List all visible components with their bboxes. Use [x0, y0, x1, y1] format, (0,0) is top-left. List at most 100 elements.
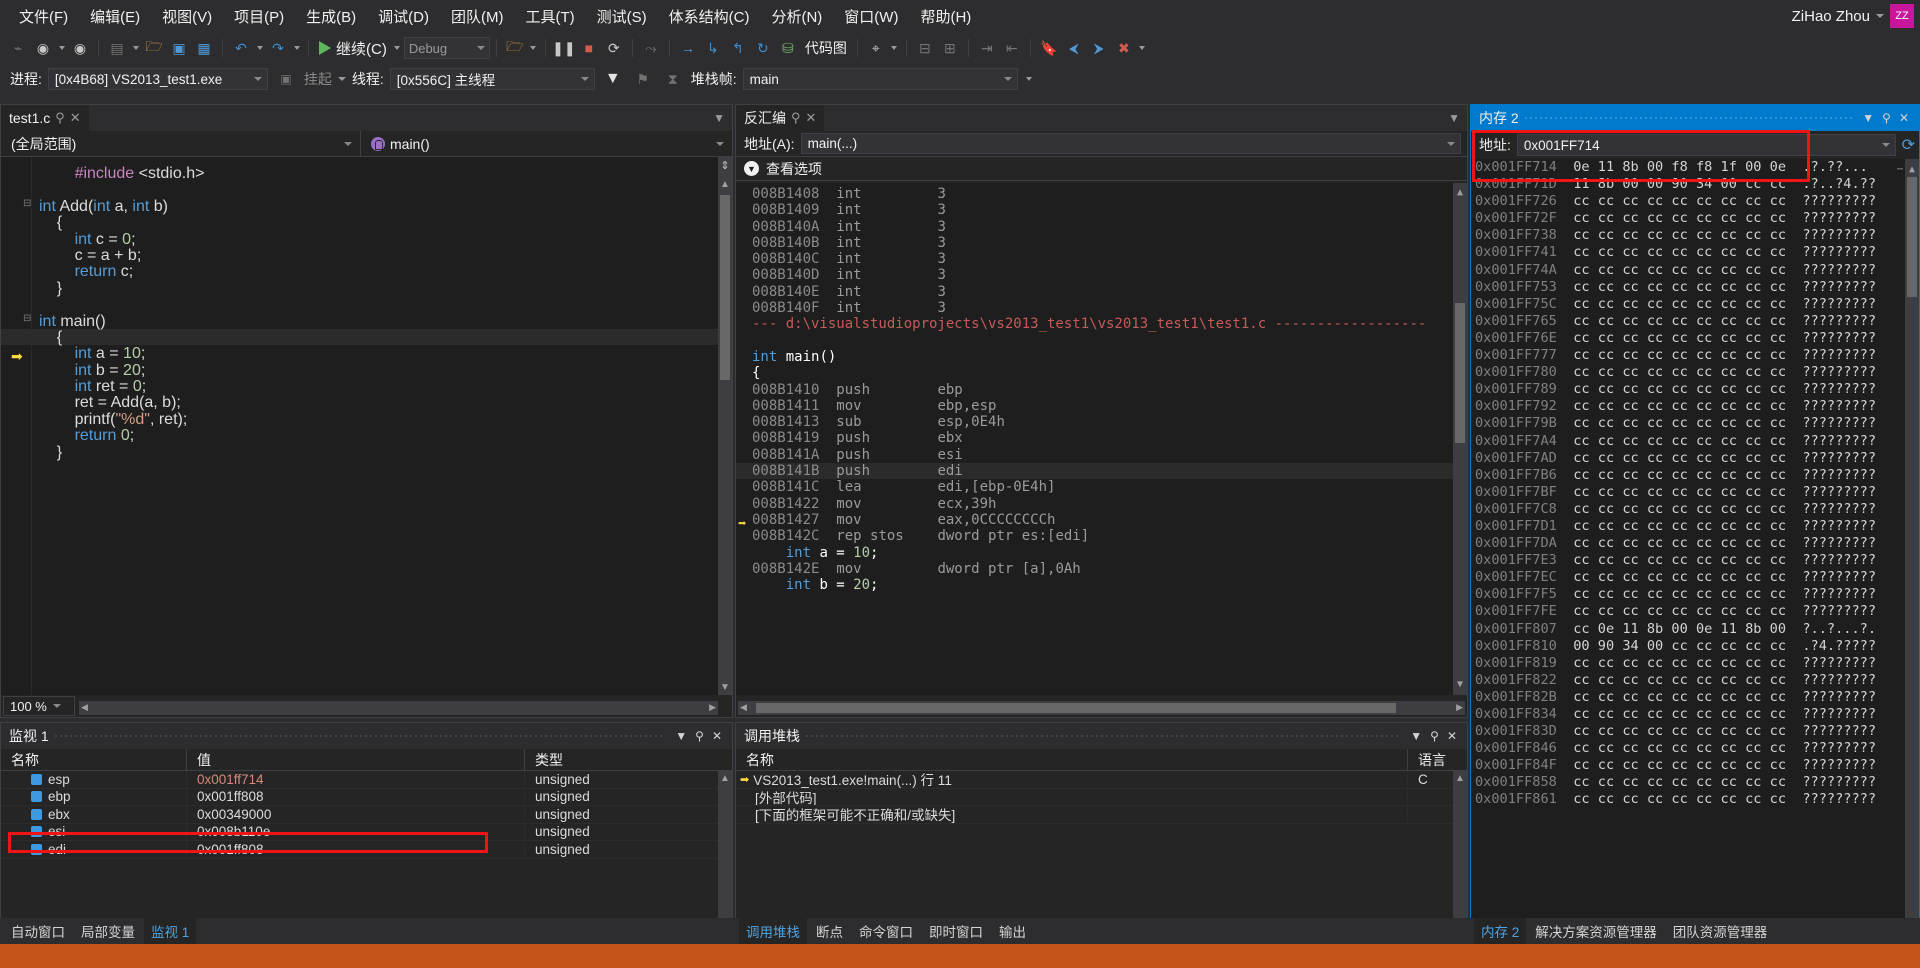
- watch-panel-title[interactable]: 监视 1 ▼ ⚲ ✕: [1, 723, 732, 749]
- code-line[interactable]: int b = 20;: [1, 362, 732, 379]
- code-line[interactable]: int c = 0;: [1, 231, 732, 248]
- code-line[interactable]: [1, 296, 732, 312]
- navigate-forward-icon[interactable]: ◉: [68, 36, 92, 60]
- disassembly-line[interactable]: int a = 10;: [736, 545, 1467, 561]
- bottom-tab[interactable]: 内存 2: [1474, 918, 1527, 944]
- bottom-tab[interactable]: 断点: [809, 918, 850, 944]
- memory-line[interactable]: 0x001FF71D 11 8b 00 00 90 34 00 cc cc .?…: [1471, 176, 1905, 193]
- save-icon[interactable]: ▣: [167, 36, 191, 60]
- member-chevron-icon[interactable]: [712, 141, 728, 146]
- editor-vertical-scrollbar[interactable]: ▲ ▼: [718, 157, 732, 695]
- watch-cell-name[interactable]: edi: [1, 841, 187, 858]
- menu-item-analyze[interactable]: 分析(N): [760, 2, 833, 31]
- code-line[interactable]: return 0;: [1, 427, 732, 444]
- memory-line[interactable]: 0x001FF83D cc cc cc cc cc cc cc cc cc ??…: [1471, 723, 1905, 740]
- code-line[interactable]: c = a + b;: [1, 247, 732, 264]
- avatar[interactable]: ZZ: [1890, 4, 1914, 28]
- watch-col-name[interactable]: 名称: [1, 749, 187, 770]
- code-line[interactable]: ⊟ int Add(int a, int b): [1, 198, 732, 215]
- disassembly-line[interactable]: 008B142C rep stos dword ptr es:[edi]: [736, 528, 1467, 544]
- configuration-combo[interactable]: Debug: [403, 37, 490, 59]
- panel-menu-chevron-icon[interactable]: ▼: [1406, 729, 1426, 743]
- step-out-icon[interactable]: ↰: [726, 36, 750, 60]
- callstack-panel-title[interactable]: 调用堆栈 ▼ ⚲ ✕: [736, 723, 1467, 749]
- code-map-label[interactable]: 代码图: [801, 38, 851, 58]
- memory-line[interactable]: 0x001FF810 00 90 34 00 cc cc cc cc cc .?…: [1471, 638, 1905, 655]
- disassembly-line[interactable]: [736, 333, 1467, 349]
- step-next-icon[interactable]: ↻: [751, 36, 775, 60]
- disassembly-line[interactable]: 008B140B int 3: [736, 235, 1467, 251]
- debugbar-overflow-chevron-icon[interactable]: [1024, 67, 1035, 91]
- watch-col-value[interactable]: 值: [187, 749, 525, 770]
- memory-address-chevron-icon[interactable]: [1879, 143, 1893, 147]
- menu-item-file[interactable]: 文件(F): [8, 2, 79, 31]
- disassembly-line[interactable]: 008B1427 mov eax,0CCCCCCCCh: [736, 512, 1467, 528]
- pin-icon[interactable]: ⚲: [1426, 729, 1443, 743]
- callstack-row[interactable]: [外部代码]: [736, 788, 1467, 806]
- memory-line[interactable]: 0x001FF858 cc cc cc cc cc cc cc cc cc ??…: [1471, 774, 1905, 791]
- show-next-statement-icon[interactable]: ⤳: [639, 36, 663, 60]
- code-line[interactable]: int ret = 0;: [1, 378, 732, 395]
- bottom-tab[interactable]: 命令窗口: [852, 918, 920, 944]
- memory-line[interactable]: 0x001FF846 cc cc cc cc cc cc cc cc cc ??…: [1471, 740, 1905, 757]
- panel-drag-grip[interactable]: [1524, 105, 1853, 131]
- watch-cell-name[interactable]: ebp: [1, 788, 187, 805]
- stack-frame-chevron-icon[interactable]: [1001, 77, 1015, 81]
- menu-item-help[interactable]: 帮助(H): [909, 2, 982, 31]
- callstack-cell-name[interactable]: ➡ VS2013_test1.exe!main(...) 行 11: [736, 771, 1408, 788]
- disassembly-address-combo[interactable]: main(...): [800, 133, 1461, 154]
- memory-line[interactable]: 0x001FF726 cc cc cc cc cc cc cc cc cc ??…: [1471, 193, 1905, 210]
- scroll-up-arrow-icon[interactable]: ▲: [1905, 161, 1919, 178]
- tab-list-chevron-icon[interactable]: ▼: [1448, 111, 1460, 125]
- scroll-down-arrow-icon[interactable]: ▼: [1453, 677, 1467, 693]
- scroll-right-arrow-icon[interactable]: ▶: [709, 702, 716, 713]
- watch-row[interactable]: esi 0x008b110e unsigned: [1, 823, 732, 841]
- suspend-label[interactable]: 挂起: [304, 69, 332, 89]
- disassembly-line[interactable]: 008B1419 push ebx: [736, 430, 1467, 446]
- chevron-down-icon[interactable]: [1876, 14, 1884, 18]
- memory-line[interactable]: 0x001FF7F5 cc cc cc cc cc cc cc cc cc ??…: [1471, 586, 1905, 603]
- editor-scroll-thumb[interactable]: [720, 195, 730, 380]
- memory-line[interactable]: 0x001FF75C cc cc cc cc cc cc cc cc cc ??…: [1471, 296, 1905, 313]
- callstack-cell-name[interactable]: [下面的框架可能不正确和/或缺失]: [736, 806, 1408, 823]
- navigate-back-icon[interactable]: ◉: [31, 36, 55, 60]
- tab-list-chevron-icon[interactable]: ▼: [713, 111, 725, 125]
- attach-chevron-icon[interactable]: [528, 36, 539, 60]
- memory-vertical-scrollbar[interactable]: ▲ ▼: [1905, 159, 1919, 933]
- code-editor-area[interactable]: #include <stdio.h> ⊟ int Add(int a, int b…: [1, 157, 732, 695]
- continue-button[interactable]: 继续(C): [315, 38, 391, 59]
- disassembly-line[interactable]: 008B1413 sub esp,0E4h: [736, 414, 1467, 430]
- memory-address-combo[interactable]: 0x001FF714: [1516, 134, 1896, 156]
- memory-line[interactable]: 0x001FF72F cc cc cc cc cc cc cc cc cc ??…: [1471, 210, 1905, 227]
- watch-row[interactable]: edi 0x001ff808 unsigned: [1, 841, 732, 859]
- memory-line[interactable]: 0x001FF74A cc cc cc cc cc cc cc cc cc ??…: [1471, 262, 1905, 279]
- menu-item-debug[interactable]: 调试(D): [367, 2, 440, 31]
- memory-line[interactable]: 0x001FF822 cc cc cc cc cc cc cc cc cc ??…: [1471, 672, 1905, 689]
- memory-line[interactable]: 0x001FF780 cc cc cc cc cc cc cc cc cc ??…: [1471, 364, 1905, 381]
- memory-line[interactable]: 0x001FF834 cc cc cc cc cc cc cc cc cc ??…: [1471, 706, 1905, 723]
- memory-line[interactable]: 0x001FF7C8 cc cc cc cc cc cc cc cc cc ??…: [1471, 501, 1905, 518]
- code-line[interactable]: ⊟ int main(): [1, 313, 732, 330]
- editor-tab-test1c[interactable]: test1.c ⚲ ✕: [1, 105, 89, 131]
- user-name[interactable]: ZiHao Zhou: [1792, 8, 1870, 25]
- memory-line[interactable]: 0x001FF7AD cc cc cc cc cc cc cc cc cc ??…: [1471, 450, 1905, 467]
- callstack-col-lang[interactable]: 语言: [1408, 749, 1467, 770]
- memory-line[interactable]: 0x001FF7BF cc cc cc cc cc cc cc cc cc ??…: [1471, 484, 1905, 501]
- watch-vertical-scrollbar[interactable]: ▲ ▼: [718, 771, 732, 933]
- disassembly-line[interactable]: 008B140D int 3: [736, 267, 1467, 283]
- split-view-icon[interactable]: ⇕: [719, 159, 731, 172]
- configuration-chevron-icon[interactable]: [476, 46, 485, 50]
- memory-scroll-thumb[interactable]: [1907, 177, 1917, 297]
- watch-cell-name[interactable]: esp: [1, 771, 187, 788]
- freeze-threads-icon[interactable]: ⧗: [661, 67, 685, 91]
- navigate-back-chevron-icon[interactable]: [56, 36, 67, 60]
- memory-hex-area[interactable]: 0x001FF714 0e 11 8b 00 f8 f8 1f 00 0e .?…: [1471, 159, 1919, 933]
- process-chevron-icon[interactable]: [251, 77, 265, 81]
- pin-icon[interactable]: ⚲: [1878, 111, 1895, 125]
- memory-splitter-icon[interactable]: ⋯: [1897, 161, 1903, 178]
- menu-item-team[interactable]: 团队(M): [440, 2, 515, 31]
- scroll-right-arrow-icon[interactable]: ▶: [1456, 702, 1463, 713]
- attach-process-icon[interactable]: 🗁: [503, 36, 527, 60]
- code-map-icon[interactable]: ⛁: [776, 36, 800, 60]
- watch-cell-value[interactable]: 0x00349000: [187, 806, 525, 823]
